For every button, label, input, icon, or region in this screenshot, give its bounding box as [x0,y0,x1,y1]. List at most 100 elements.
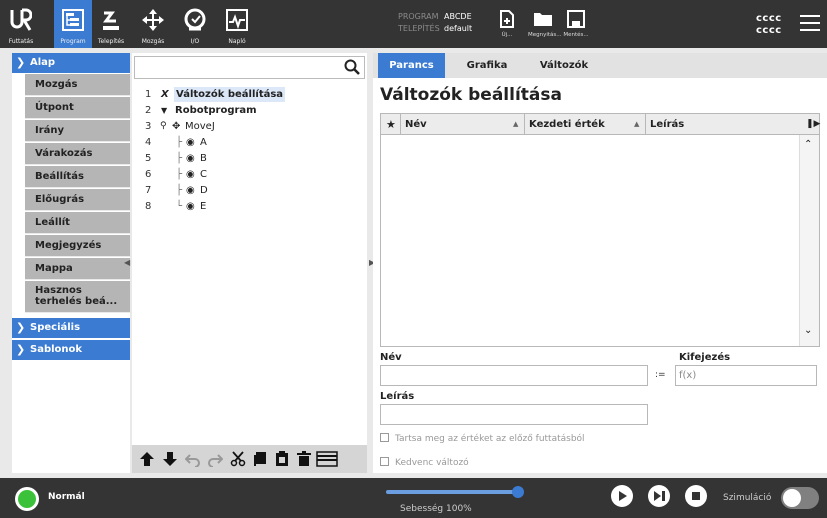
command-folder[interactable]: Mappa [25,258,130,280]
nav-move[interactable]: Mozgás [134,0,172,48]
tree-row-label: A [200,137,207,148]
stop-button[interactable] [685,485,707,507]
sort-up-icon[interactable]: ▲ [513,114,518,135]
expand-triangle-icon[interactable]: ▼ [161,103,167,118]
column-description[interactable]: Leírás [650,114,684,135]
table-header: ★ Név ▲ Kezdeti érték ▲ Leírás ❚▶ [381,114,820,135]
variables-table: ★ Név ▲ Kezdeti érték ▲ Leírás ❚▶ ⌃ ⌄ [380,113,820,347]
tab-variables[interactable]: Változók [533,53,595,78]
simulation-toggle[interactable] [781,487,819,509]
tab-graphics[interactable]: Grafika [461,53,513,78]
nav-program[interactable]: Program [54,0,92,48]
line-number: 8 [145,201,152,212]
group-basic[interactable]: ❯ Alap [12,53,130,73]
search-box[interactable] [134,56,365,79]
suppress-icon[interactable] [316,451,338,467]
nav-installation-label: Telepítés [97,38,125,45]
favorite-variable-checkbox[interactable]: Kedvenc változó [380,457,469,468]
nav-log-label: Napló [228,38,246,45]
new-button[interactable]: Új... [496,6,518,44]
nav-io[interactable]: I/O [176,0,214,48]
speed-slider-handle[interactable] [512,486,524,498]
tab-bar: Parancs Grafika Változók [373,53,827,78]
user-line-2: cccc [756,25,782,36]
name-field[interactable] [380,365,648,386]
chevron-right-icon: ❯ [16,343,26,356]
top-bar: Futtatás Program Telepítés Mozgás I/O Na… [0,0,827,48]
command-wait[interactable]: Várakozás [25,143,130,165]
move-down-icon[interactable] [162,451,178,467]
move-up-icon[interactable] [139,451,155,467]
command-set[interactable]: Beállítás [25,166,130,188]
name-label: Név [380,352,402,363]
checkbox-box[interactable] [380,433,389,442]
robot-arm-icon [92,6,130,34]
io-icon [176,6,214,34]
nav-log[interactable]: Napló [218,0,256,48]
group-advanced[interactable]: ❯ Speciális [12,318,130,338]
nav-move-label: Mozgás [141,38,165,45]
keep-value-label: Tartsa meg az értéket az előző futtatásb… [395,434,585,444]
command-waypoint[interactable]: Útpont [25,97,130,119]
copy-icon[interactable] [252,451,268,467]
installation-key: TELEPÍTÉS [398,24,440,33]
power-status-icon[interactable] [15,487,39,511]
command-move[interactable]: Mozgás [25,74,130,96]
column-name[interactable]: Név [405,114,427,135]
step-button[interactable] [648,485,670,507]
nav-run[interactable]: Futtatás [2,0,40,48]
move-arrows-icon [134,6,172,34]
pin-icon[interactable]: ⚲ [160,119,167,134]
nav-run-label: Futtatás [8,38,34,45]
chevron-right-icon: ❯ [16,321,26,334]
play-button[interactable] [611,485,633,507]
command-comment[interactable]: Megjegyzés [25,235,130,257]
command-popup[interactable]: Előugrás [25,189,130,211]
keep-value-checkbox[interactable]: Tartsa meg az értéket az előző futtatásb… [380,433,585,444]
command-direction[interactable]: Irány [25,120,130,142]
chevron-down-icon: ❯ [16,56,26,69]
column-initial-value[interactable]: Kezdeti érték [529,114,605,135]
group-templates[interactable]: ❯ Sablonok [12,340,130,360]
column-toggle-icon[interactable]: ❚▶ [806,114,820,135]
chevron-down-icon[interactable]: ⌄ [804,325,812,336]
tree-row-label: C [200,169,207,180]
bottom-bar: Normál Sebesség 100% Szimuláció [0,478,827,518]
open-label: Megnyitás... [528,32,562,38]
save-button[interactable]: Mentés... [562,6,590,44]
search-icon[interactable] [344,59,360,79]
nav-installation[interactable]: Telepítés [92,0,130,48]
cut-icon[interactable] [230,451,246,467]
scrollbar[interactable]: ⌃ ⌄ [799,135,819,346]
command-halt[interactable]: Leállít [25,212,130,234]
expression-field[interactable]: f(x) [675,365,817,386]
tree-row-label: MoveJ [185,121,215,132]
delete-icon[interactable] [296,451,312,467]
menu-icon[interactable] [800,15,820,32]
tree-connector: ├ [176,185,183,196]
save-icon [562,6,590,32]
chevron-up-icon[interactable]: ⌃ [804,139,812,150]
paste-icon[interactable] [274,451,290,467]
speed-slider[interactable] [386,490,518,494]
command-payload[interactable]: Hasznos terhelés beá... [25,281,130,313]
nav-program-label: Program [60,38,86,45]
waypoint-icon: ◉ [186,137,195,148]
sort-up-icon[interactable]: ▲ [634,114,639,135]
tree-row-label: D [200,185,208,196]
redo-icon[interactable] [207,451,223,467]
tree-connector: ├ [176,137,183,148]
undo-icon[interactable] [185,451,201,467]
expression-label: Kifejezés [679,352,731,363]
group-advanced-label: Speciális [30,322,81,333]
open-folder-icon [528,6,558,32]
checkbox-box[interactable] [380,457,389,466]
favorite-variable-label: Kedvenc változó [395,458,469,468]
tab-command[interactable]: Parancs [378,53,445,78]
favorite-star-icon[interactable]: ★ [386,114,396,135]
open-button[interactable]: Megnyitás... [528,6,562,44]
tree-row-label: B [200,153,207,164]
collapse-left-handle[interactable]: ◀ [124,258,130,267]
description-field[interactable] [380,404,648,425]
log-chart-icon [218,6,256,34]
